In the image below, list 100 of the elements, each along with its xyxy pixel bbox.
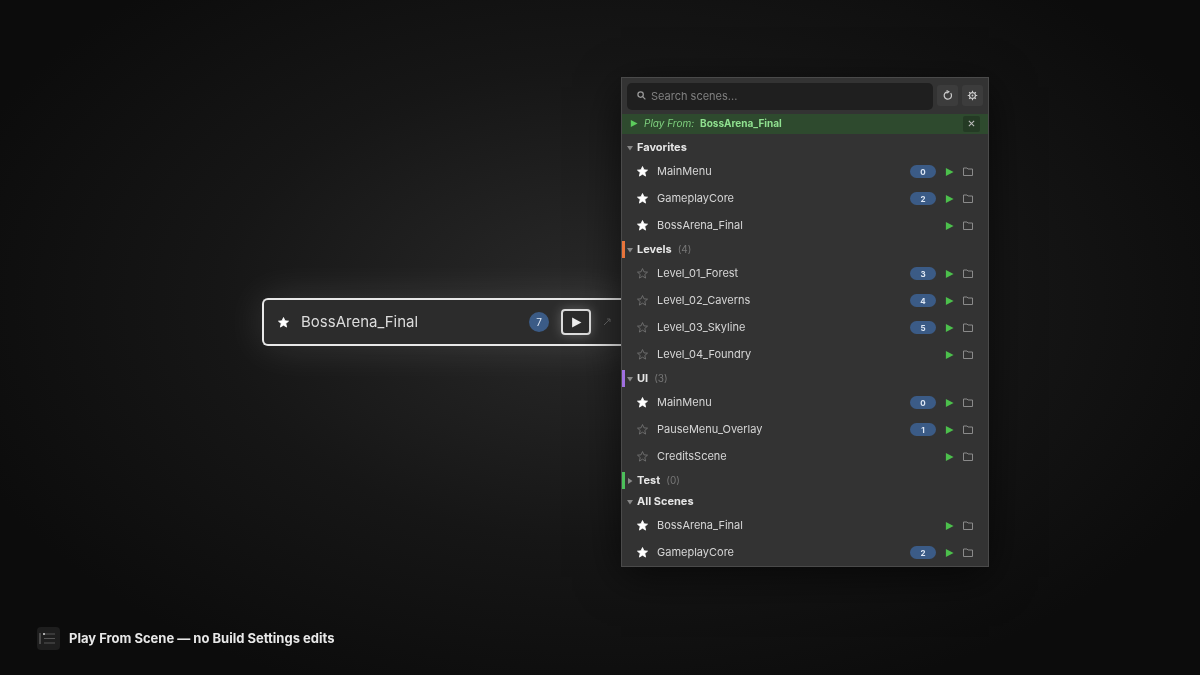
outline-star-icon[interactable] bbox=[637, 268, 648, 279]
folder-icon[interactable] bbox=[963, 167, 973, 176]
play-icon bbox=[945, 295, 954, 306]
scene-row[interactable]: Level_03_Skyline 5 bbox=[622, 314, 988, 341]
scene-row[interactable]: PauseMenu_Overlay 1 bbox=[622, 416, 988, 443]
filled-star-icon[interactable] bbox=[637, 193, 648, 204]
count-badge: 2 bbox=[910, 546, 936, 559]
section-count: (0) bbox=[666, 473, 680, 488]
scene-name: MainMenu bbox=[657, 394, 713, 411]
scene-row[interactable]: GameplayCore 2 bbox=[622, 539, 988, 566]
scene-row[interactable]: MainMenu 0 bbox=[622, 158, 988, 185]
folder-icon[interactable] bbox=[963, 350, 973, 359]
folder-icon[interactable] bbox=[963, 194, 973, 203]
folder-icon[interactable] bbox=[963, 269, 973, 278]
down-caret-icon[interactable] bbox=[627, 375, 633, 382]
play-button[interactable] bbox=[561, 309, 591, 335]
section-count: (3) bbox=[654, 371, 668, 386]
search-field[interactable]: Search scenes... bbox=[627, 82, 933, 110]
play-button[interactable] bbox=[945, 193, 954, 204]
outline-star-icon[interactable] bbox=[637, 451, 648, 462]
play-icon bbox=[945, 451, 954, 462]
folder-icon[interactable] bbox=[963, 221, 973, 230]
filled-star-icon[interactable] bbox=[278, 316, 289, 328]
scene-row[interactable]: Level_01_Forest 3 bbox=[622, 260, 988, 287]
count-badge: 0 bbox=[910, 165, 936, 178]
list-icon bbox=[37, 627, 60, 650]
scene-name: GameplayCore bbox=[657, 190, 736, 207]
count-badge: 7 bbox=[529, 312, 549, 332]
scene-name: BossArena_Final bbox=[657, 217, 744, 234]
scene-name: BossArena_Final bbox=[301, 310, 420, 333]
diagonal-arrow-icon bbox=[603, 318, 611, 326]
play-icon bbox=[945, 220, 954, 231]
play-button[interactable] bbox=[945, 424, 954, 435]
scene-row[interactable]: MainMenu 0 bbox=[622, 389, 988, 416]
folder-icon[interactable] bbox=[963, 296, 973, 305]
down-caret-icon[interactable] bbox=[627, 144, 633, 151]
play-button[interactable] bbox=[945, 397, 954, 408]
outline-star-icon[interactable] bbox=[637, 295, 648, 306]
play-button[interactable] bbox=[945, 220, 954, 231]
section-title[interactable]: UI bbox=[637, 370, 649, 387]
section-title[interactable]: Levels bbox=[637, 241, 672, 258]
section-title[interactable]: Favorites bbox=[637, 139, 687, 156]
play-button[interactable] bbox=[945, 268, 954, 279]
section-title[interactable]: All Scenes bbox=[637, 493, 694, 510]
settings-icon bbox=[967, 90, 978, 102]
count-badge: 0 bbox=[910, 396, 936, 409]
caption: Play From Scene — no Build Settings edits bbox=[69, 628, 335, 648]
folder-icon[interactable] bbox=[963, 398, 973, 407]
down-caret-icon[interactable] bbox=[627, 246, 633, 253]
play-icon bbox=[945, 520, 954, 531]
count-badge: 2 bbox=[910, 192, 936, 205]
scene-row[interactable]: GameplayCore 2 bbox=[622, 185, 988, 212]
folder-icon[interactable] bbox=[963, 548, 973, 557]
down-caret-icon[interactable] bbox=[627, 498, 633, 505]
filled-star-icon[interactable] bbox=[637, 166, 648, 177]
play-icon bbox=[630, 119, 638, 129]
outline-star-icon[interactable] bbox=[637, 349, 648, 360]
play-icon bbox=[945, 193, 954, 204]
right-caret-icon[interactable] bbox=[627, 477, 633, 484]
scene-name: Level_01_Forest bbox=[657, 265, 740, 282]
scene-row[interactable]: Level_04_Foundry bbox=[622, 341, 988, 368]
scene-name: CreditsScene bbox=[657, 448, 728, 465]
refresh-button[interactable] bbox=[937, 85, 958, 107]
scene-row[interactable]: Level_02_Caverns 4 bbox=[622, 287, 988, 314]
section-title[interactable]: Test bbox=[637, 472, 661, 489]
play-icon bbox=[945, 349, 954, 360]
filled-star-icon[interactable] bbox=[637, 520, 648, 531]
close-icon bbox=[968, 120, 975, 128]
folder-icon[interactable] bbox=[963, 521, 973, 530]
scene-row[interactable]: BossArena_Final bbox=[622, 212, 988, 239]
play-button[interactable] bbox=[945, 295, 954, 306]
play-icon bbox=[945, 424, 954, 435]
play-icon bbox=[945, 268, 954, 279]
scene-card[interactable]: BossArena_Final 7 bbox=[262, 298, 621, 346]
play-button[interactable] bbox=[945, 451, 954, 462]
play-from-label: Play From: bbox=[644, 116, 695, 132]
filled-star-icon[interactable] bbox=[637, 397, 648, 408]
play-button[interactable] bbox=[945, 547, 954, 558]
play-button[interactable] bbox=[945, 166, 954, 177]
play-button[interactable] bbox=[945, 349, 954, 360]
count-badge: 4 bbox=[910, 294, 936, 307]
play-button[interactable] bbox=[945, 520, 954, 531]
scene-row[interactable]: BossArena_Final bbox=[622, 512, 988, 539]
folder-icon[interactable] bbox=[963, 452, 973, 461]
filled-star-icon[interactable] bbox=[637, 220, 648, 231]
settings-button[interactable] bbox=[962, 85, 983, 107]
scene-name: GameplayCore bbox=[657, 544, 736, 561]
folder-icon[interactable] bbox=[963, 425, 973, 434]
close-button[interactable] bbox=[963, 115, 980, 132]
scene-name: Level_03_Skyline bbox=[657, 319, 747, 336]
play-button[interactable] bbox=[945, 322, 954, 333]
filled-star-icon[interactable] bbox=[637, 547, 648, 558]
count-badge: 1 bbox=[910, 423, 936, 436]
scene-row[interactable]: CreditsScene bbox=[622, 443, 988, 470]
outline-star-icon[interactable] bbox=[637, 424, 648, 435]
outline-star-icon[interactable] bbox=[637, 322, 648, 333]
play-icon bbox=[945, 547, 954, 558]
count-badge: 5 bbox=[910, 321, 936, 334]
scene-name: Level_04_Foundry bbox=[657, 346, 753, 363]
folder-icon[interactable] bbox=[963, 323, 973, 332]
